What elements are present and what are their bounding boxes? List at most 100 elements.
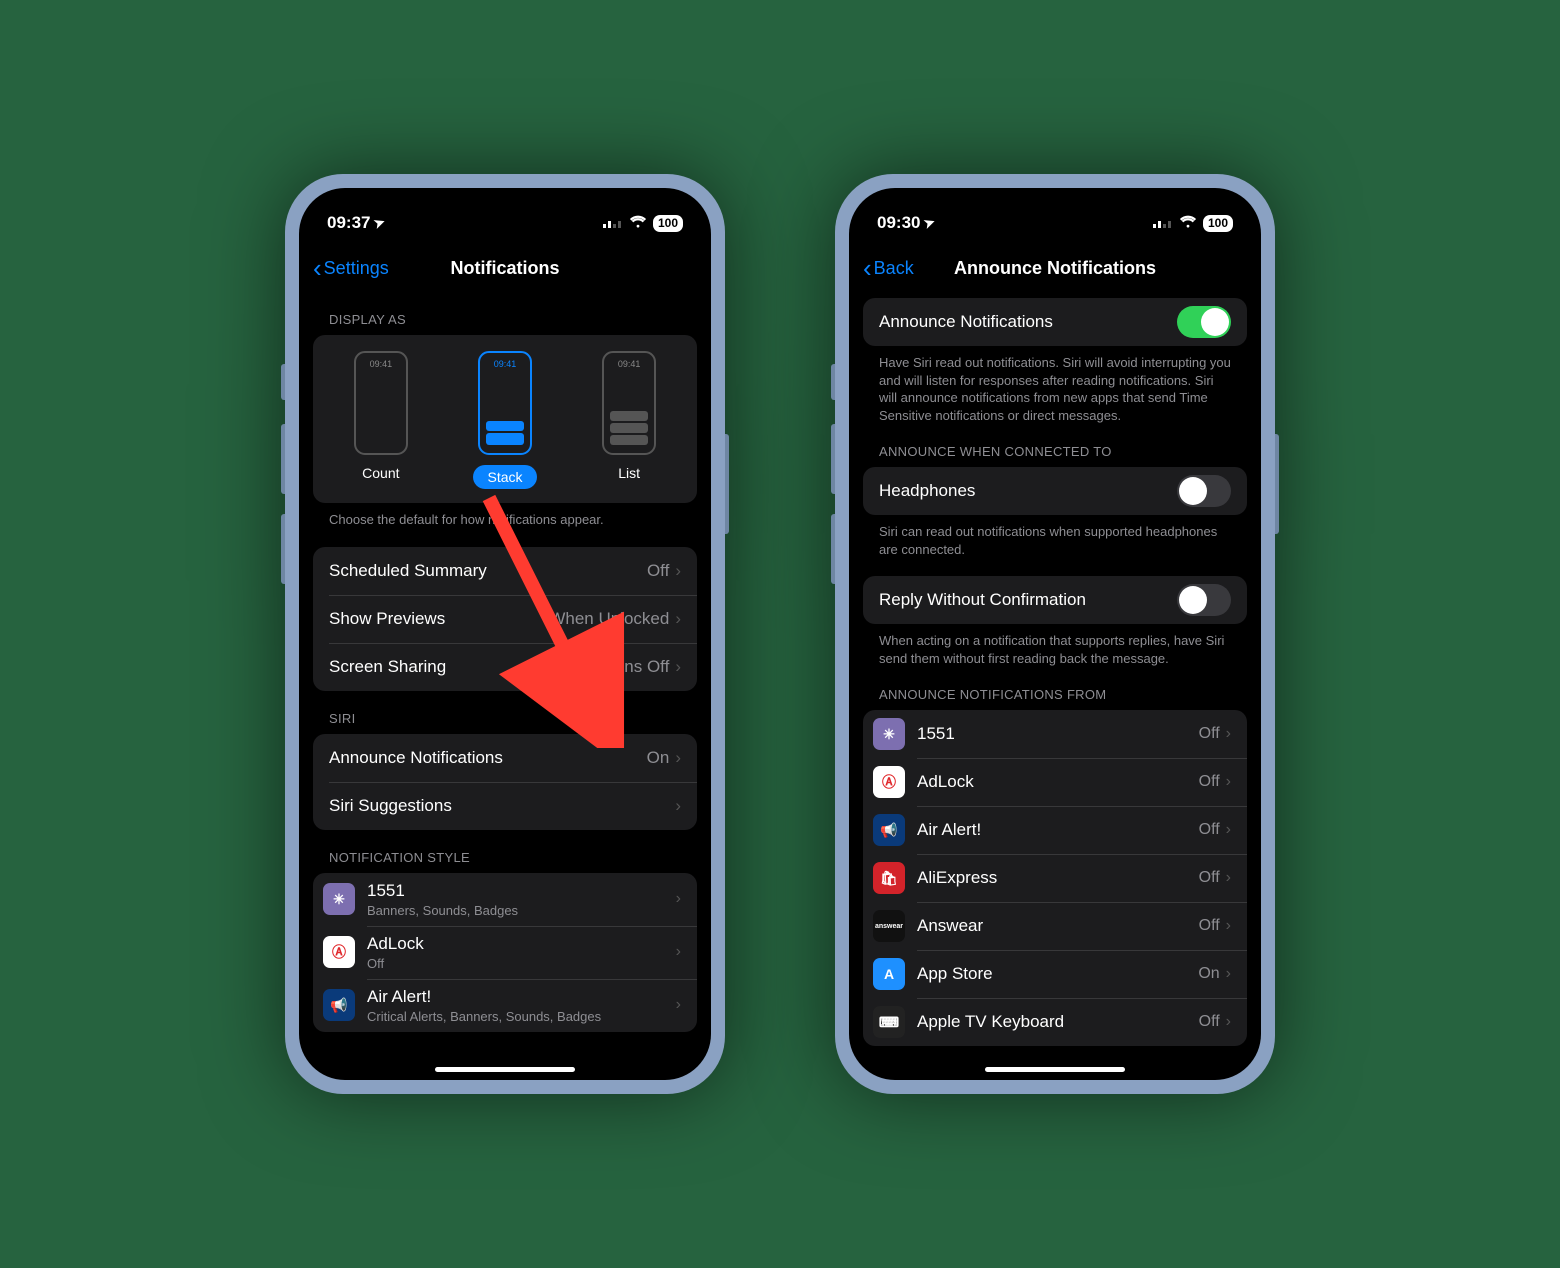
page-title: Announce Notifications [954, 258, 1156, 279]
row-scheduled-summary[interactable]: Scheduled Summary Off › [313, 547, 697, 595]
app-icon: 🛍 [873, 862, 905, 894]
section-display-as: DISPLAY AS [329, 312, 697, 327]
row-value: When Unlocked [549, 609, 669, 629]
chevron-right-icon: › [1226, 917, 1231, 935]
chevron-right-icon: › [675, 796, 681, 816]
signal-icon [1153, 213, 1173, 233]
row-siri-suggestions[interactable]: Siri Suggestions › [313, 782, 697, 830]
row-screen-sharing[interactable]: Screen Sharing Notifications Off › [313, 643, 697, 691]
app-row-air-alert-[interactable]: 📢Air Alert!Critical Alerts, Banners, Sou… [313, 979, 697, 1032]
toggle-reply-without-confirm[interactable]: Reply Without Confirmation [863, 576, 1247, 624]
back-label: Settings [324, 258, 389, 279]
row-label: Screen Sharing [329, 657, 550, 677]
nav-bar: ‹ Settings Notifications [299, 244, 711, 292]
row-label: Reply Without Confirmation [879, 590, 1177, 610]
app-value: Off [1199, 821, 1220, 839]
battery-icon: 100 [1203, 215, 1233, 232]
wifi-icon [629, 213, 647, 233]
back-button[interactable]: ‹ Back [863, 258, 914, 279]
wifi-icon [1179, 213, 1197, 233]
app-icon: A [873, 958, 905, 990]
chevron-right-icon: › [1226, 965, 1231, 983]
app-name: 1551 [917, 724, 1199, 744]
row-show-previews[interactable]: Show Previews When Unlocked › [313, 595, 697, 643]
display-as-footer: Choose the default for how notifications… [329, 511, 681, 529]
toggle-switch[interactable] [1177, 584, 1231, 616]
app-value: On [1198, 965, 1219, 983]
app-name: Answear [917, 916, 1199, 936]
app-row-app-store[interactable]: AApp StoreOn› [863, 950, 1247, 998]
app-row-apple-tv-keyboard[interactable]: ⌨ Apple TV KeyboardOff › [863, 998, 1247, 1046]
row-announce-notifications[interactable]: Announce Notifications On › [313, 734, 697, 782]
mode-count[interactable]: 09:41 Count [354, 351, 408, 489]
app-value: Off [1199, 869, 1220, 887]
app-name: AdLock [917, 772, 1199, 792]
app-subtitle: Banners, Sounds, Badges [367, 903, 676, 918]
app-list: ✳1551Banners, Sounds, Badges›ⒶAdLockOff›… [313, 873, 697, 1032]
app-name: Apple TV Keyboard [917, 1012, 1199, 1032]
toggle-switch[interactable] [1177, 306, 1231, 338]
app-value: Off [1199, 773, 1220, 791]
row-label: Announce Notifications [879, 312, 1177, 332]
app-value: Off [1199, 1013, 1220, 1031]
chevron-right-icon: › [1226, 869, 1231, 887]
section-siri: SIRI [329, 711, 697, 726]
app-icon: Ⓐ [323, 936, 355, 968]
app-row-1551[interactable]: ✳ 1551 Banners, Sounds, Badges› [313, 873, 697, 926]
app-name: AdLock [367, 934, 676, 954]
row-label: Announce Notifications [329, 748, 647, 768]
chevron-right-icon: › [1226, 725, 1231, 743]
section-announce-from: ANNOUNCE NOTIFICATIONS FROM [879, 687, 1247, 702]
app-row-air-alert-[interactable]: 📢Air Alert!Off› [863, 806, 1247, 854]
app-row-adlock[interactable]: ⒶAdLockOff› [863, 758, 1247, 806]
app-name: AliExpress [917, 868, 1199, 888]
app-icon: answear [873, 910, 905, 942]
app-list: ✳1551Off›ⒶAdLockOff›📢Air Alert!Off›🛍AliE… [863, 710, 1247, 1046]
app-row-answear[interactable]: answear AnswearOff › [863, 902, 1247, 950]
app-value: Off [1199, 917, 1220, 935]
chevron-right-icon: › [1226, 821, 1231, 839]
mode-stack[interactable]: 09:41 Stack [473, 351, 536, 489]
app-row-aliexpress[interactable]: 🛍 AliExpressOff › [863, 854, 1247, 902]
mode-list[interactable]: 09:41 List [602, 351, 656, 489]
row-label: Siri Suggestions [329, 796, 675, 816]
headphones-footer: Siri can read out notifications when sup… [879, 523, 1231, 558]
row-value: Off [647, 561, 669, 581]
app-row-adlock[interactable]: ⒶAdLockOff› [313, 926, 697, 979]
app-icon: ✳ [323, 883, 355, 915]
dynamic-island [995, 206, 1115, 240]
toggle-headphones[interactable]: Headphones [863, 467, 1247, 515]
battery-icon: 100 [653, 215, 683, 232]
chevron-right-icon: › [676, 890, 681, 908]
row-value: On [647, 748, 670, 768]
reply-footer: When acting on a notification that suppo… [879, 632, 1231, 667]
phone-left: 09:37 ➤ 100 ‹ Settings Notifications DIS… [285, 174, 725, 1094]
app-icon: ⌨ [873, 1006, 905, 1038]
status-time: 09:30 [877, 213, 920, 233]
announce-footer: Have Siri read out notifications. Siri w… [879, 354, 1231, 424]
chevron-right-icon: › [675, 657, 681, 677]
row-label: Show Previews [329, 609, 549, 629]
section-notification-style: NOTIFICATION STYLE [329, 850, 697, 865]
chevron-right-icon: › [675, 609, 681, 629]
app-row-1551[interactable]: ✳1551Off› [863, 710, 1247, 758]
row-value: Notifications Off [550, 657, 670, 677]
chevron-right-icon: › [675, 561, 681, 581]
toggle-switch[interactable] [1177, 475, 1231, 507]
nav-bar: ‹ Back Announce Notifications [849, 244, 1261, 292]
mode-stack-label: Stack [473, 465, 536, 489]
home-indicator[interactable] [435, 1067, 575, 1072]
app-name: 1551 [367, 881, 676, 901]
status-time: 09:37 [327, 213, 370, 233]
chevron-right-icon: › [676, 996, 681, 1014]
toggle-announce[interactable]: Announce Notifications [863, 298, 1247, 346]
back-button[interactable]: ‹ Settings [313, 258, 389, 279]
row-label: Headphones [879, 481, 1177, 501]
chevron-right-icon: › [676, 943, 681, 961]
app-icon: 📢 [323, 989, 355, 1021]
app-name: Air Alert! [367, 987, 676, 1007]
phone-right: 09:30 ➤ 100 ‹ Back Announce Notification… [835, 174, 1275, 1094]
home-indicator[interactable] [985, 1067, 1125, 1072]
chevron-right-icon: › [1226, 1013, 1231, 1031]
app-value: Off [1199, 725, 1220, 743]
